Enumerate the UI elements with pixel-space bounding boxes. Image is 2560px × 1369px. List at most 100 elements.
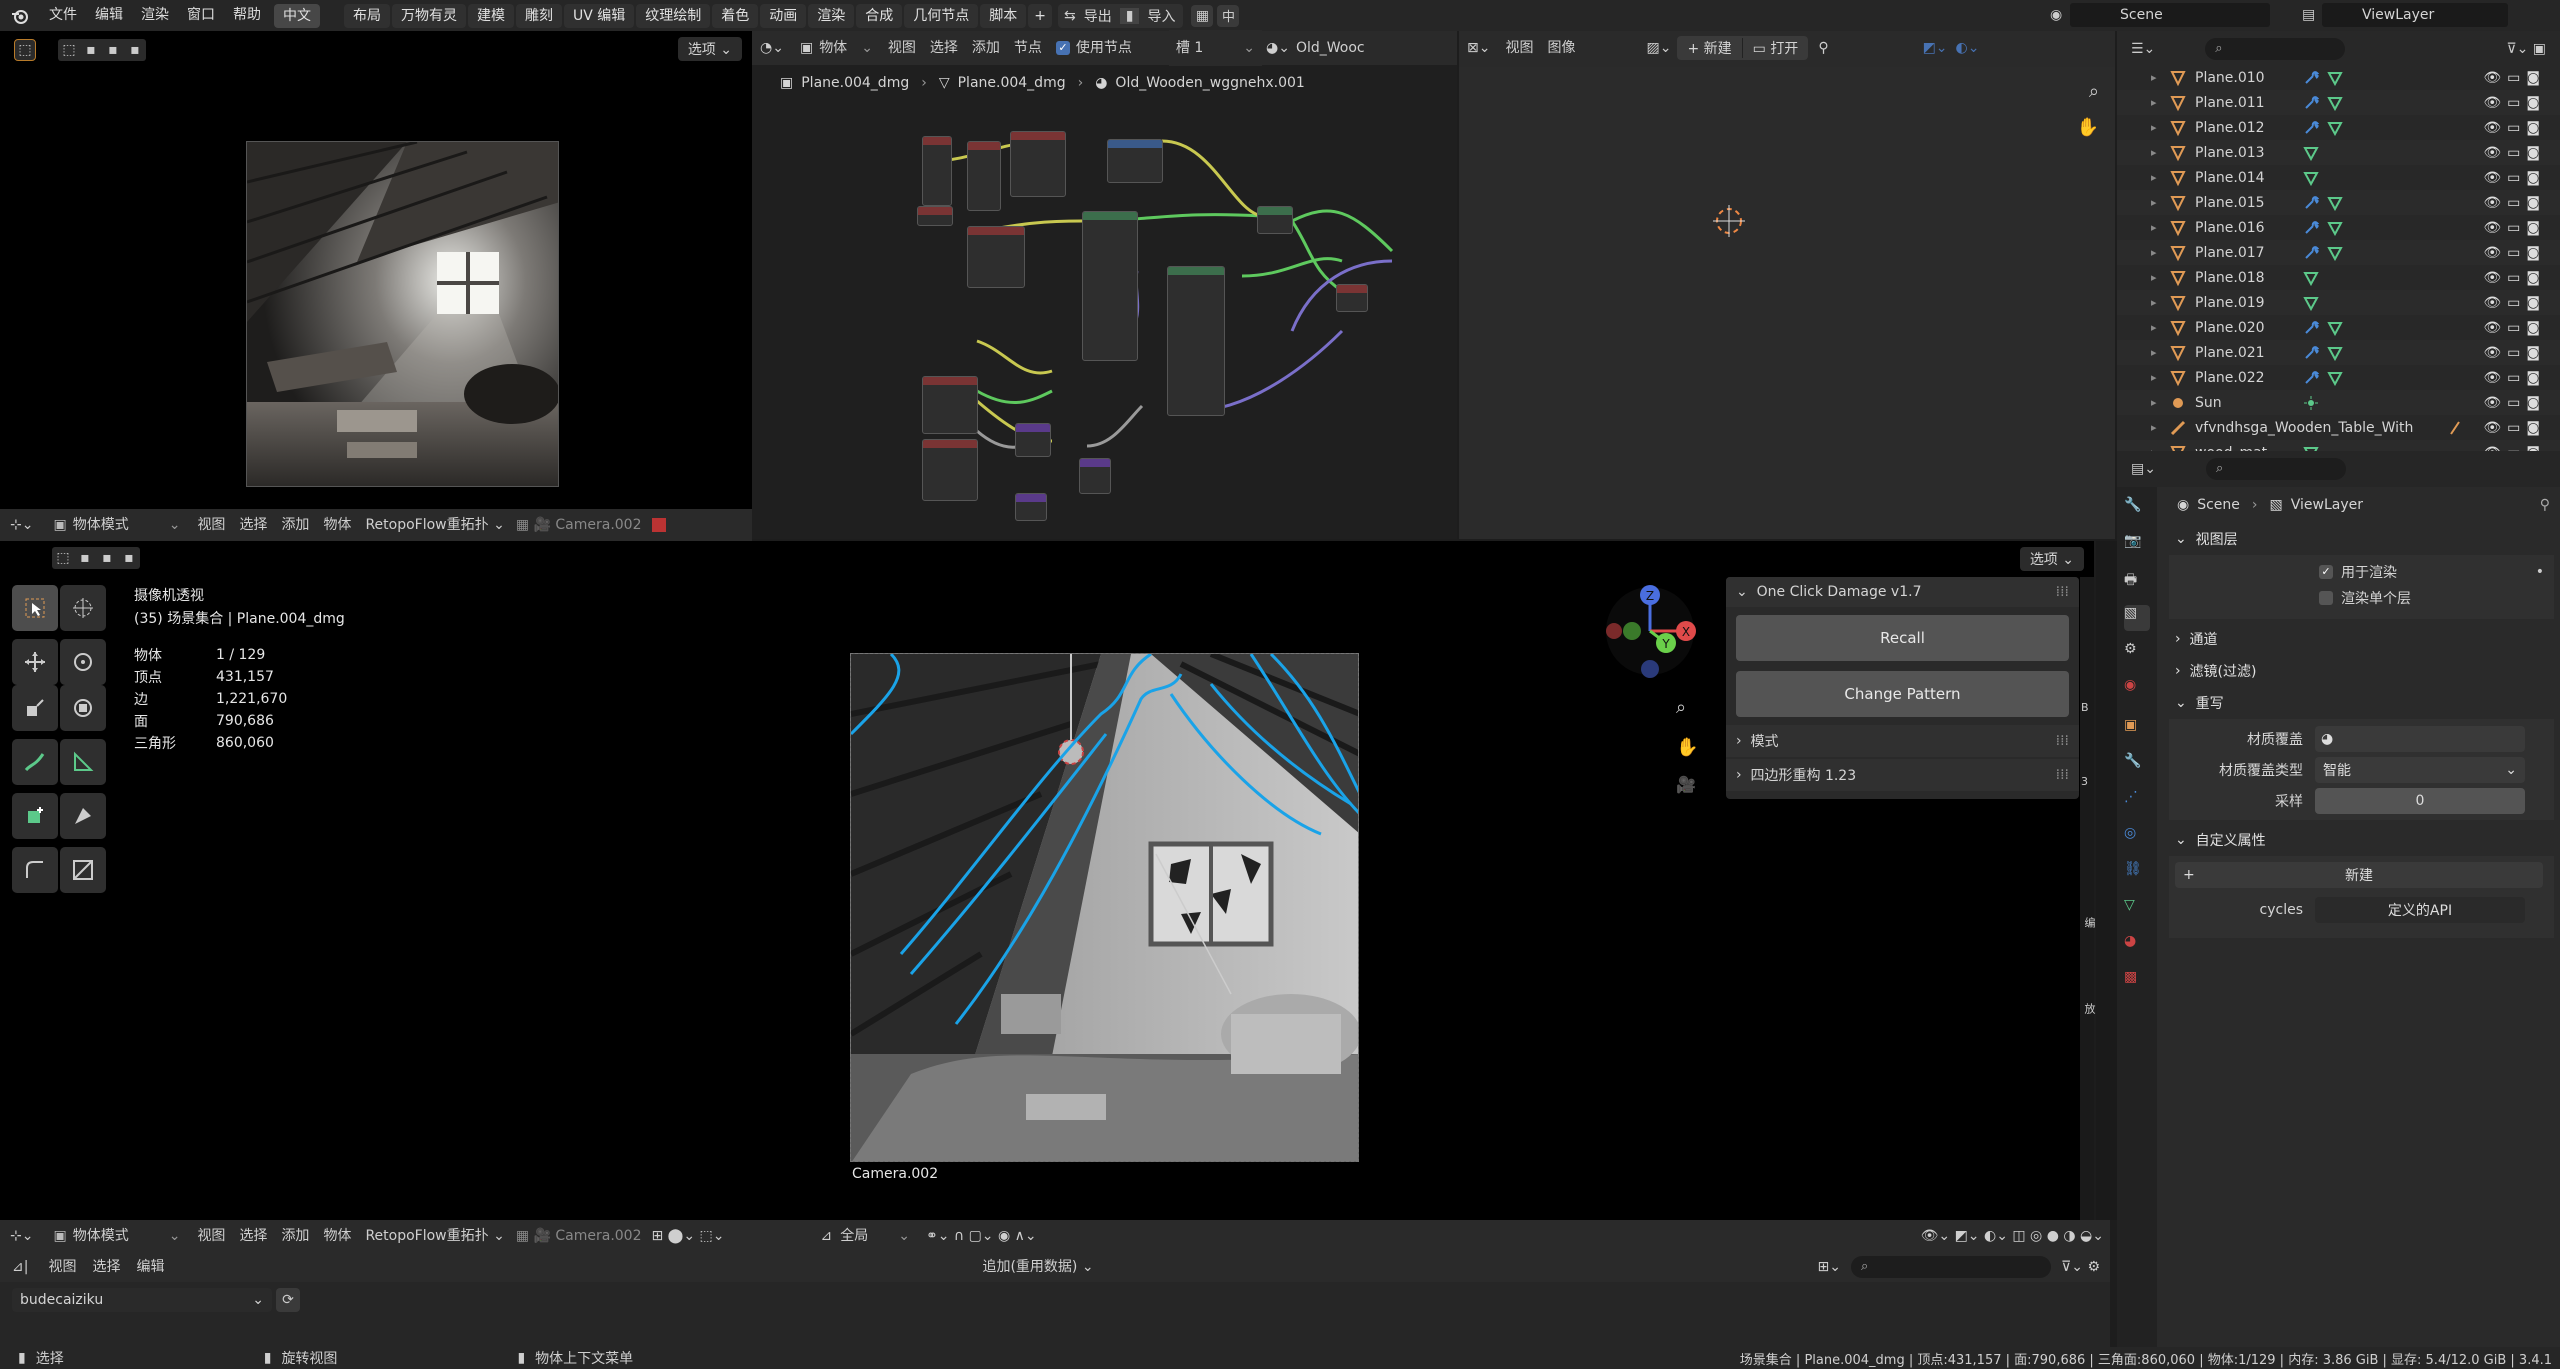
outliner-row[interactable]: ▸ Plane.014 👁▭◙ [2117,165,2560,190]
recall-button[interactable]: Recall [1736,615,2069,661]
properties-pin-icon[interactable]: ⚲ [2540,497,2550,513]
outliner-row[interactable]: ▸ Plane.012 👁▭◙ [2117,115,2560,140]
outliner-type-icon[interactable]: ☰⌄ [2131,41,2155,57]
preview-menu-view[interactable]: 视图 [190,509,232,541]
image-editor[interactable]: ⊠⌄ 视图 图像 ▨⌄ + 新建 ▭ 打开 ⚲ ◩⌄ ◐⌄ ⌕ ✋ [1459,31,2115,539]
cycles-field[interactable]: 定义的API [2315,897,2525,923]
use-for-render-checkbox[interactable]: ✓ 用于渲染 • [2169,559,2554,585]
node-box[interactable] [1107,139,1163,183]
pin-icon[interactable]: ⚲ [1808,30,1838,66]
mesh-data-icon[interactable] [2327,70,2343,86]
language-button[interactable]: 中文 [274,3,320,28]
outliner-row[interactable]: ▸ Sun 👁▭◙ [2117,390,2560,415]
outliner[interactable]: ☰⌄ ⌕ ⊽⌄ ▣ ▸ Plane.010 👁▭◙ ▸ Plane.011 👁▭◙ ▸ Pla… [2117,31,2560,465]
editor-type-icon[interactable]: ⊹⌄ [0,509,43,541]
tab-wanwu[interactable]: 万物有灵 [392,3,466,28]
import-mode-dropdown[interactable]: 追加(重用数据) ⌄ [972,1252,1103,1282]
override-type-dropdown[interactable]: 智能 ⌄ [2315,756,2525,783]
bone-data-icon[interactable] [2447,420,2463,436]
tab-shading[interactable]: 着色 [712,3,759,28]
section-view-layer[interactable]: ⌄ 视图层 [2163,523,2560,555]
node-box[interactable] [1167,266,1225,416]
node-box[interactable] [1015,423,1051,457]
change-pattern-button[interactable]: Change Pattern [1736,671,2069,717]
image-browse-icon[interactable]: ▨⌄ [1642,30,1675,66]
menu-render[interactable]: 渲染 [132,0,178,31]
outliner-row[interactable]: ▸ Plane.020 👁▭◙ [2117,315,2560,340]
tab-rendering[interactable]: 渲染 [808,3,855,28]
expand-arrow-icon[interactable]: ▸ [2151,346,2169,359]
main-selection-mode-icons[interactable]: ⬚ ▪ ▪ ▪ [52,547,140,569]
select-tool-icon[interactable] [12,585,58,631]
preview-options-dropdown[interactable]: 选项 ⌄ [677,37,742,61]
sidebar-tab-place[interactable]: 放 [2081,1003,2097,1014]
vp-menu-select[interactable]: 选择 [232,1220,274,1252]
tab-object-icon[interactable]: ▣ [2124,717,2150,743]
move-tool-icon[interactable] [12,639,58,685]
tab-constraints-icon[interactable]: ⛓ [2124,861,2150,887]
modifier-wrench-icon[interactable] [2303,120,2319,136]
zh-toggle-button[interactable]: 中 [1217,4,1240,27]
expand-arrow-icon[interactable]: ▸ [2151,396,2169,409]
pivot-snap-icons[interactable]: ⚭⌄ ∩ ▢⌄ ◉ ∧⌄ [920,1220,1043,1252]
node-box[interactable] [967,226,1025,288]
node-menu-view[interactable]: 视图 [881,30,923,66]
asset-browser[interactable]: ⊿| 视图 选择 编辑 追加(重用数据) ⌄ ⊞⌄ ⌕ ⊽⌄ ⚙ budecai… [0,1252,2110,1347]
blender-logo-icon[interactable] [0,6,40,26]
viewport-pan-icon[interactable]: ✋ [1676,737,1698,758]
asset-menu-view[interactable]: 视图 [40,1252,84,1282]
tab-scripting[interactable]: 脚本 [980,3,1027,28]
section-override[interactable]: ⌄ 重写 [2163,687,2560,719]
main-viewport[interactable]: ⬚ ▪ ▪ ▪ 选项 ⌄ 摄像机透视 (35) 场景集合 | Plane.004_dm… [0,541,2097,1252]
tab-modifier-icon[interactable]: 🔧 [2124,753,2150,779]
tab-tool-icon[interactable]: 🔧 [2124,497,2150,523]
mesh-data-icon[interactable] [2327,345,2343,361]
menu-file[interactable]: 文件 [40,0,86,31]
node-menu-node[interactable]: 节点 [1007,30,1049,66]
mesh-data-icon[interactable] [2327,220,2343,236]
visibility-icons[interactable]: 👁▭◙ [2483,245,2546,261]
outliner-row[interactable]: ▸ Plane.015 👁▭◙ [2117,190,2560,215]
expand-arrow-icon[interactable]: ▸ [2151,196,2169,209]
outliner-row[interactable]: ▸ Plane.016 👁▭◙ [2117,215,2560,240]
view-layer-selector[interactable]: ▤ ViewLayer [2302,3,2508,27]
snap-icon[interactable]: ◩⌄ [1919,30,1952,66]
vp-retopoflow-menu[interactable]: RetopoFlow重拓扑 ⌄ [358,1220,511,1252]
vp-add-cam-icon[interactable]: ⊞ ⬤⌄ ⬚⌄ [646,1220,731,1252]
visibility-icons[interactable]: 👁▭◙ [2483,120,2546,136]
tab-uv-edit[interactable]: UV 编辑 [564,3,635,28]
mesh-data-icon[interactable] [2327,320,2343,336]
node-box[interactable] [1079,458,1111,494]
visibility-icons[interactable]: 👁▭◙ [2483,170,2546,186]
node-type-dropdown[interactable]: ▣ 物体 ⌄ [792,30,881,66]
display-mode-icon[interactable]: ⊞⌄ [1808,1252,1851,1282]
tab-data-icon[interactable]: ▽ [2124,897,2150,923]
vp-menu-view[interactable]: 视图 [190,1220,232,1252]
mode-subpanel[interactable]: › 模式 ⁞⁞⁞ [1726,725,2079,757]
sun-data-icon[interactable] [2303,395,2319,411]
section-filter[interactable]: › 滤镜(过滤) [2163,655,2560,687]
image-open-button[interactable]: ▭ 打开 [1741,38,1809,58]
mesh-data-icon[interactable] [2303,170,2319,186]
selection-mode-icons[interactable]: ⬚ ▪ ▪ ▪ [58,39,146,61]
pan-hand-icon[interactable]: ✋ [2077,117,2099,138]
tab-layout[interactable]: 布局 [344,3,390,28]
node-box[interactable] [1336,284,1368,312]
tab-physics-icon[interactable]: ◎ [2124,825,2150,851]
tab-world-icon[interactable]: ◉ [2124,677,2150,703]
annotate-tool-icon[interactable] [12,739,58,785]
tab-output-icon[interactable]: 🖶 [2124,569,2150,595]
expand-arrow-icon[interactable]: ▸ [2151,71,2169,84]
visibility-icons[interactable]: 👁▭◙ [2483,345,2546,361]
node-menu-add[interactable]: 添加 [965,30,1007,66]
main-options-dropdown[interactable]: 选项 ⌄ [2019,547,2084,571]
rotate-tool-icon[interactable] [60,639,106,685]
tab-render-icon[interactable]: 📷 [2124,533,2150,559]
node-box[interactable] [1082,211,1138,361]
overlay-icon[interactable]: ◐⌄ [1952,30,1984,66]
asset-search[interactable]: ⌕ [1851,1256,2052,1278]
zoom-icon[interactable]: ⌕ [2089,81,2099,102]
slot-dropdown[interactable]: 槽 1 ⌄ [1168,30,1263,66]
mesh-data-icon[interactable] [2327,120,2343,136]
outliner-row[interactable]: ▸ Plane.010 👁▭◙ [2117,65,2560,90]
